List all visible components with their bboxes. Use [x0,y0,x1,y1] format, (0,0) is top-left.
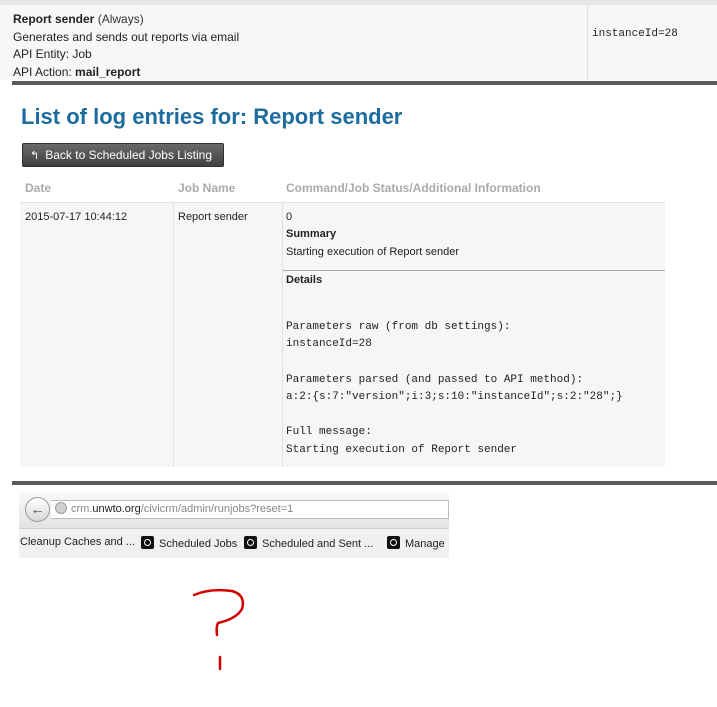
url-domain: unwto.org [92,503,141,515]
back-button-label: Back to Scheduled Jobs Listing [45,148,212,162]
bookmark-label: Scheduled and Sent ... [262,538,374,550]
back-arrow-icon: ← [30,501,45,517]
separator-bar [12,481,717,485]
params-raw-label: Parameters raw (from db settings): [286,321,511,333]
column-divider [282,203,283,467]
column-divider [173,203,174,467]
log-job-name: Report sender [178,211,248,223]
params-raw: instanceId=28 [286,338,372,350]
log-status-code: 0 [286,211,293,223]
api-entity: Job [72,47,92,61]
log-summary-label: Summary [286,228,337,240]
header-date: Date [25,181,52,195]
url-bar: ← crm.unwto.org/civicrm/admin/runjobs?re… [19,491,449,529]
url-prefix: crm. [71,503,93,515]
back-arrow-icon: ↰ [30,149,40,162]
header-job-name: Job Name [178,181,236,195]
civicrm-icon [387,536,400,549]
bookmarks-bar: Cleanup Caches and ... Scheduled Jobs Sc… [19,529,449,558]
job-name: Report sender [13,12,95,26]
params-parsed: a:2:{s:7:"version";i:3;s:10:"instanceId"… [286,391,623,403]
log-summary: Starting execution of Report sender [286,246,460,258]
bookmark-scheduled-jobs[interactable]: Scheduled Jobs [141,536,237,550]
question-mark-stroke [192,588,245,637]
details-separator [283,270,665,271]
bookmark-manage[interactable]: Manage [387,536,445,550]
job-info: Report sender (Always) Generates and sen… [13,11,239,81]
api-action-label: API Action: [13,64,72,79]
full-message-label: Full message: [286,426,372,438]
address-field[interactable]: crm.unwto.org/civicrm/admin/runjobs?rese… [51,500,449,519]
column-divider [587,5,588,85]
table-row: 2015-07-17 10:44:12 Report sender 0 Summ… [20,202,665,467]
bookmark-label: Scheduled Jobs [159,538,238,550]
job-parameters: instanceId=28 [592,28,678,40]
page-title: List of log entries for: Report sender [21,104,403,129]
bookmark-label: Cleanup Caches and ... [20,536,135,548]
handwritten-question-mark [192,588,245,671]
header-info: Command/Job Status/Additional Informatio… [286,181,541,195]
job-frequency: (Always) [97,12,144,26]
log-table: Date Job Name Command/Job Status/Additio… [20,175,665,467]
civicrm-icon [244,536,257,549]
bookmark-label: Manage [405,538,445,550]
full-message: Starting execution of Report sender [286,444,518,456]
job-description: Generates and sends out reports via emai… [13,29,240,44]
params-parsed-label: Parameters parsed (and passed to API met… [286,374,584,386]
url-path: /civicrm/admin/runjobs?reset=1 [140,503,294,515]
log-details-label: Details [286,274,323,286]
globe-icon [55,502,67,514]
civicrm-icon [141,536,154,549]
api-action: mail_report [75,64,141,79]
api-entity-label: API Entity: [13,47,70,61]
bookmark-cleanup-caches[interactable]: Cleanup Caches and ... [20,536,135,548]
job-row: Report sender (Always) Generates and sen… [0,0,717,85]
table-header: Date Job Name Command/Job Status/Additio… [20,175,665,202]
bookmark-scheduled-and-sent[interactable]: Scheduled and Sent ... [244,536,373,550]
browser-back-button[interactable]: ← [25,497,50,522]
log-date: 2015-07-17 10:44:12 [25,211,128,223]
separator-bar [12,81,717,85]
browser-chrome: ← crm.unwto.org/civicrm/admin/runjobs?re… [19,491,449,558]
back-to-scheduled-jobs-button[interactable]: ↰ Back to Scheduled Jobs Listing [22,143,224,167]
